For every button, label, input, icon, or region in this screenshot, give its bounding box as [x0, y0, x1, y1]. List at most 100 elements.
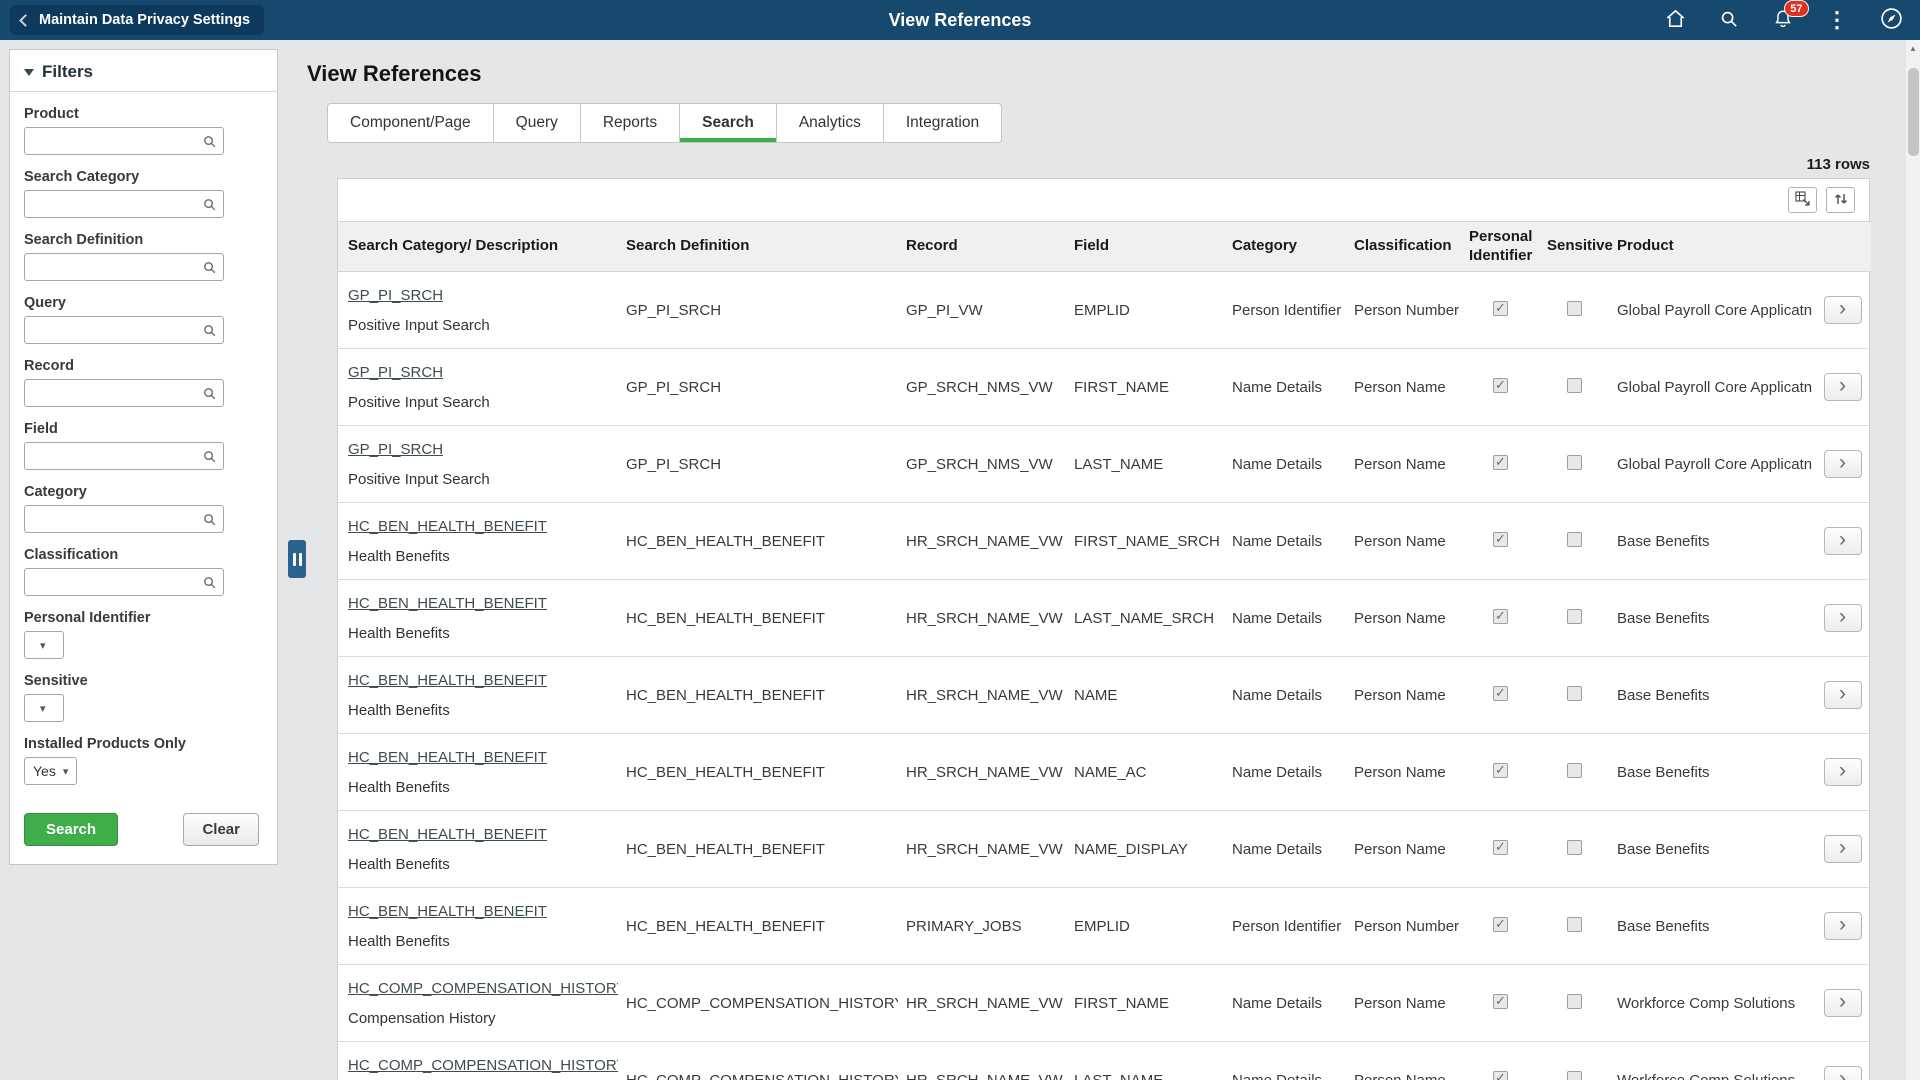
sensitive-cell	[1539, 1042, 1609, 1080]
col-header: Sensitive	[1539, 222, 1609, 272]
notifications-button[interactable]: 57	[1768, 5, 1798, 35]
global-search-button[interactable]	[1714, 5, 1744, 35]
scrollbar-thumb[interactable]	[1908, 68, 1919, 156]
filters-clear-button[interactable]: Clear	[183, 813, 259, 846]
search-category-link[interactable]: GP_PI_SRCH	[348, 441, 443, 458]
back-label: Maintain Data Privacy Settings	[39, 12, 250, 28]
search-definition-cell: GP_PI_SRCH	[618, 272, 898, 349]
filter-field-group: Classification	[24, 547, 263, 596]
search-category-link[interactable]: HC_COMP_COMPENSATION_HISTORY	[348, 980, 618, 997]
filter-dropdown[interactable]	[24, 694, 64, 722]
row-detail-button[interactable]	[1824, 835, 1862, 863]
search-category-link[interactable]: HC_COMP_COMPENSATION_HISTORY	[348, 1057, 618, 1074]
filter-text-input[interactable]	[25, 380, 202, 406]
sort-button[interactable]	[1826, 187, 1855, 213]
tab[interactable]: Analytics	[776, 103, 884, 143]
row-detail-button[interactable]	[1824, 989, 1862, 1017]
scroll-up-arrow[interactable]: ▲	[1906, 40, 1920, 56]
export-grid-icon	[1794, 190, 1811, 210]
row-detail-button[interactable]	[1824, 758, 1862, 786]
personal-identifier-cell	[1461, 888, 1539, 965]
category-description-cell: GP_PI_SRCH Positive Input Search	[338, 349, 618, 426]
sensitive-cell	[1539, 734, 1609, 811]
tab[interactable]: Search	[679, 103, 777, 143]
filter-dropdown[interactable]	[24, 631, 64, 659]
lookup-search-icon[interactable]	[202, 197, 217, 212]
filter-text-input[interactable]	[25, 506, 202, 532]
row-detail-button[interactable]	[1824, 527, 1862, 555]
filter-label: Search Definition	[24, 232, 263, 248]
export-grid-button[interactable]	[1788, 187, 1817, 213]
search-category-link[interactable]: HC_BEN_HEALTH_BENEFIT	[348, 903, 547, 920]
search-category-link[interactable]: HC_BEN_HEALTH_BENEFIT	[348, 595, 547, 612]
sensitive-cell	[1539, 811, 1609, 888]
filter-dropdown[interactable]: Yes	[24, 757, 77, 785]
col-header: Search Category/ Description	[338, 222, 618, 272]
search-category-link[interactable]: GP_PI_SRCH	[348, 287, 443, 304]
search-category-link[interactable]: GP_PI_SRCH	[348, 364, 443, 381]
filter-search-box	[24, 253, 224, 281]
vertical-scrollbar[interactable]: ▲	[1905, 40, 1920, 1080]
personal-identifier-checkbox	[1493, 532, 1508, 547]
row-detail-button[interactable]	[1824, 912, 1862, 940]
pause-bar-icon	[293, 553, 296, 566]
filter-text-input[interactable]	[25, 443, 202, 469]
col-header: Record	[898, 222, 1066, 272]
sensitive-checkbox	[1567, 378, 1582, 393]
row-detail-button[interactable]	[1824, 1066, 1862, 1080]
lookup-search-icon[interactable]	[202, 449, 217, 464]
sensitive-checkbox	[1567, 532, 1582, 547]
row-detail-button[interactable]	[1824, 450, 1862, 478]
personal-identifier-cell	[1461, 811, 1539, 888]
row-detail-button[interactable]	[1824, 604, 1862, 632]
record-cell: HR_SRCH_NAME_VW	[898, 657, 1066, 734]
filters-panel: Filters Product Search Category	[9, 49, 278, 865]
col-header: Search Definition	[618, 222, 898, 272]
row-actions-cell	[1814, 888, 1871, 965]
sensitive-cell	[1539, 426, 1609, 503]
filters-search-button[interactable]: Search	[24, 813, 118, 846]
tab[interactable]: Integration	[883, 103, 1002, 143]
filter-text-input[interactable]	[25, 569, 202, 595]
lookup-search-icon[interactable]	[202, 260, 217, 275]
back-button[interactable]: Maintain Data Privacy Settings	[10, 5, 264, 35]
table-header-row: Search Category/ Description Search Defi…	[338, 222, 1871, 272]
search-category-link[interactable]: HC_BEN_HEALTH_BENEFIT	[348, 672, 547, 689]
lookup-search-icon[interactable]	[202, 512, 217, 527]
sidebar-collapse-handle[interactable]	[288, 540, 306, 578]
filters-collapse-icon[interactable]	[24, 69, 34, 76]
field-cell: NAME	[1066, 657, 1224, 734]
overflow-menu-button[interactable]: ⋮	[1822, 5, 1852, 35]
row-detail-button[interactable]	[1824, 373, 1862, 401]
sensitive-cell	[1539, 965, 1609, 1042]
category-cell: Person Identifier	[1224, 272, 1346, 349]
search-category-link[interactable]: HC_BEN_HEALTH_BENEFIT	[348, 826, 547, 843]
sensitive-cell	[1539, 580, 1609, 657]
search-category-link[interactable]: HC_BEN_HEALTH_BENEFIT	[348, 518, 547, 535]
row-actions-cell	[1814, 580, 1871, 657]
lookup-search-icon[interactable]	[202, 386, 217, 401]
sensitive-checkbox	[1567, 609, 1582, 624]
row-detail-button[interactable]	[1824, 296, 1862, 324]
filter-text-input[interactable]	[25, 317, 202, 343]
tab[interactable]: Reports	[580, 103, 680, 143]
navbar-button[interactable]	[1876, 5, 1906, 35]
tab[interactable]: Query	[493, 103, 581, 143]
filter-text-input[interactable]	[25, 191, 202, 217]
search-category-link[interactable]: HC_BEN_HEALTH_BENEFIT	[348, 749, 547, 766]
home-button[interactable]	[1660, 5, 1690, 35]
row-detail-button[interactable]	[1824, 681, 1862, 709]
sensitive-checkbox	[1567, 455, 1582, 470]
category-description: Positive Input Search	[348, 394, 610, 411]
product-cell: Global Payroll Core Applicatn	[1609, 349, 1814, 426]
search-icon	[1718, 8, 1740, 33]
main-content: View References Component/Page Query Rep…	[307, 49, 1870, 1080]
filter-text-input[interactable]	[25, 128, 202, 154]
lookup-search-icon[interactable]	[202, 134, 217, 149]
filter-text-input[interactable]	[25, 254, 202, 280]
lookup-search-icon[interactable]	[202, 575, 217, 590]
filter-label: Search Category	[24, 169, 263, 185]
lookup-search-icon[interactable]	[202, 323, 217, 338]
tab[interactable]: Component/Page	[327, 103, 494, 143]
tab-bar: Component/Page Query Reports Search Anal…	[327, 103, 1870, 143]
